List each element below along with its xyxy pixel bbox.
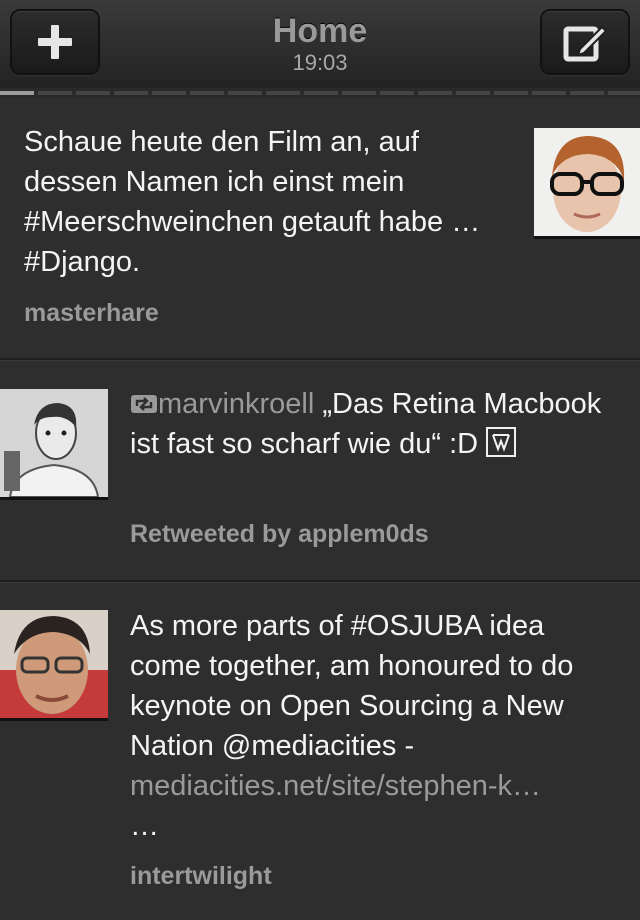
page-indicator-segment: [380, 91, 414, 95]
compose-icon: [563, 25, 608, 62]
page-indicator-segment: [418, 91, 452, 95]
page-indicator-segment: [342, 91, 376, 95]
page-indicator-segment: [570, 91, 604, 95]
navigation-bar: Home 19:03: [0, 0, 640, 88]
page-title: Home: [272, 12, 368, 50]
retweet-username[interactable]: marvinkroell: [158, 388, 314, 420]
retweeted-by-label: Retweeted by applem0ds: [130, 520, 429, 548]
tweet-text: marvinkroell „Das Retina Macbook ist fas…: [130, 384, 620, 464]
tweet-link[interactable]: mediacities.net/site/stephen-k…: [130, 766, 620, 806]
page-indicator-segment: [608, 91, 640, 95]
page-indicator-segment: [0, 91, 34, 95]
compose-button[interactable]: [540, 9, 630, 75]
page-indicator-segment: [304, 91, 338, 95]
image-attachment-icon[interactable]: [486, 427, 517, 457]
tweet-text: Schaue heute den Film an, auf dessen Nam…: [24, 126, 481, 278]
page-indicator-segment: [76, 91, 110, 95]
new-button[interactable]: [10, 9, 100, 75]
page-indicator-segment: [190, 91, 224, 95]
page-indicator-segment: [494, 91, 528, 95]
page-indicator-segment: [532, 91, 566, 95]
avatar[interactable]: [0, 389, 108, 497]
page-indicator-segment: [114, 91, 148, 95]
tweet-ellipsis: …: [130, 810, 159, 842]
tweet-row[interactable]: Schaue heute den Film an, auf dessen Nam…: [0, 98, 640, 360]
tweet-author[interactable]: intertwilight: [130, 862, 272, 891]
page-indicator-segment: [38, 91, 72, 95]
page-indicator-segment: [456, 91, 490, 95]
avatar[interactable]: [0, 610, 108, 718]
clock-label: 19:03: [292, 50, 348, 75]
page-indicator: [0, 88, 640, 98]
tweet-row[interactable]: As more parts of #OSJUBA idea come toget…: [0, 584, 640, 920]
page-indicator-segment: [228, 91, 262, 95]
tweet-author[interactable]: masterhare: [24, 299, 159, 328]
retweet-icon: [131, 395, 157, 413]
tweet-text: As more parts of #OSJUBA idea come toget…: [130, 606, 620, 846]
tweet-row[interactable]: marvinkroell „Das Retina Macbook ist fas…: [0, 362, 640, 582]
tweet-body: As more parts of #OSJUBA idea come toget…: [130, 610, 574, 762]
page-indicator-segment: [266, 91, 300, 95]
plus-icon: [38, 25, 72, 59]
avatar[interactable]: [534, 128, 640, 236]
page-indicator-segment: [152, 91, 186, 95]
